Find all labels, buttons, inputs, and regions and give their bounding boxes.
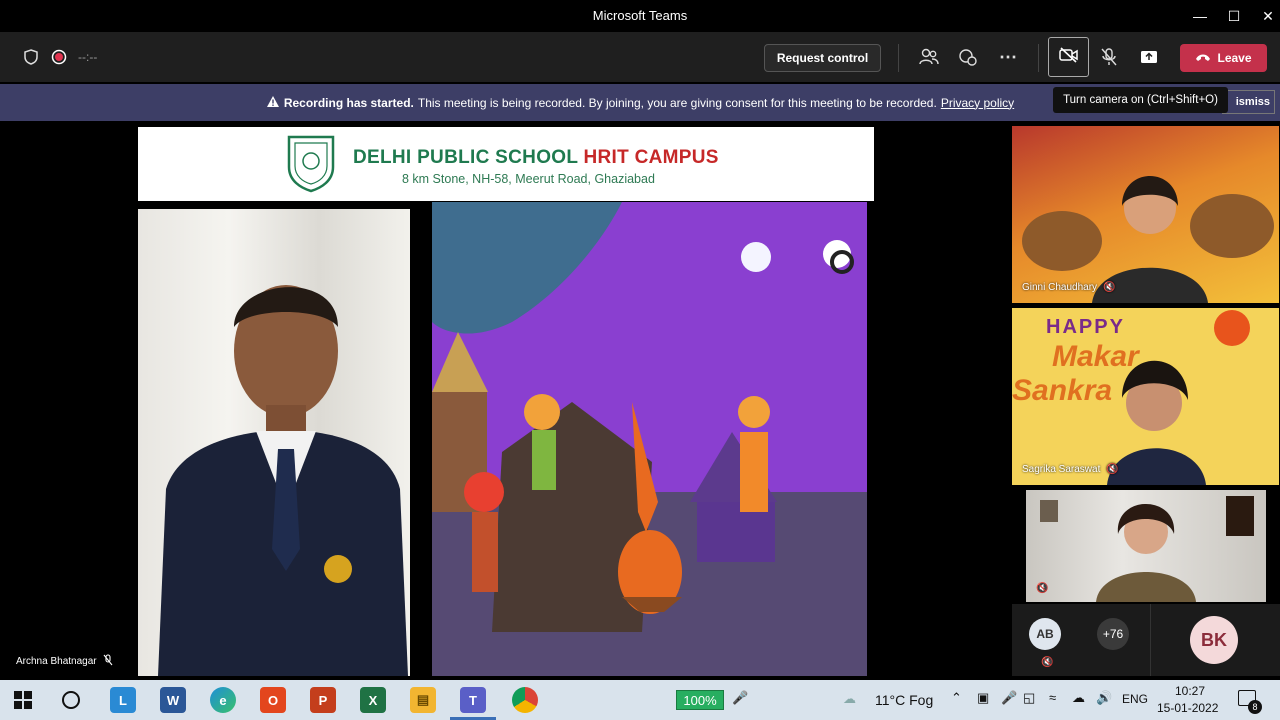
mic-off-icon: 🔇 (1041, 657, 1054, 668)
presenter-name: Archna Bhatnagar (16, 656, 97, 667)
camera-off-icon (1058, 46, 1079, 68)
participant-tile[interactable]: Ginni Chaudhary 🔇 (1012, 126, 1279, 303)
wifi-icon[interactable]: ≈ (1049, 690, 1056, 705)
maximize-button[interactable]: ☐ (1216, 0, 1252, 32)
campus-name: HRIT CAMPUS (583, 147, 719, 168)
recording-icon (50, 48, 68, 66)
title-bar: Microsoft Teams — ☐ ✕ (0, 0, 1280, 32)
mic-off-icon: 🔇 (1106, 464, 1119, 475)
share-screen-icon[interactable] (1137, 45, 1161, 69)
lohri-cartoon-image (432, 202, 867, 676)
dismiss-button[interactable]: ismiss (1222, 90, 1275, 114)
leave-button[interactable]: Leave (1180, 44, 1267, 72)
overflow-participants: AB 🔇 +76 BK (1012, 604, 1280, 676)
teams-icon[interactable]: T (460, 687, 486, 713)
camera-tooltip: Turn camera on (Ctrl+Shift+O) (1053, 87, 1228, 113)
divider (898, 44, 899, 72)
microphone-icon: 🎤 (732, 690, 749, 705)
camera-off-button[interactable] (1048, 37, 1089, 77)
avatar-ab[interactable]: AB (1029, 618, 1061, 650)
edge-icon[interactable]: e (210, 687, 236, 713)
fog-weather-icon: ☁ (843, 691, 856, 706)
more-options-icon[interactable]: ⋯ (996, 45, 1020, 69)
recording-started-text: Recording has started. (283, 95, 414, 110)
participant-label: Sagrika Saraswat 🔇 (1022, 464, 1119, 475)
participant-tile[interactable]: 🔇 (1026, 490, 1266, 602)
tray-camera-icon[interactable]: ◱ (1023, 690, 1035, 706)
privacy-policy-link[interactable]: Privacy policy (941, 96, 1014, 110)
language-indicator[interactable]: ENG (1122, 692, 1148, 706)
leave-label: Leave (1217, 51, 1252, 65)
meeting-toolbar: --:-- Request control ⋯ Leave (0, 32, 1280, 82)
mic-off-icon (103, 654, 113, 669)
participant-name: Ginni Chaudhary (1022, 282, 1098, 293)
phone-hangup-icon (1195, 51, 1211, 65)
tray-app-icon[interactable]: ▣ (977, 690, 989, 706)
tray-mic-icon[interactable]: 🎤 (1001, 690, 1017, 706)
battery-indicator: 100% (676, 690, 724, 710)
school-name-text: DELHI PUBLIC SCHOOL (353, 147, 578, 168)
clock-date[interactable]: 15-01-2022 (1157, 701, 1218, 715)
shield-icon[interactable] (22, 48, 40, 66)
avatar-bk[interactable]: BK (1190, 616, 1238, 664)
school-header: DELHI PUBLIC SCHOOL HRIT CAMPUS 8 km Sto… (138, 127, 874, 201)
search-icon[interactable] (62, 691, 80, 709)
mic-off-icon: 🔇 (1036, 583, 1049, 594)
mic-off-icon: 🔇 (1103, 282, 1116, 293)
participant-label: Ginni Chaudhary 🔇 (1022, 282, 1116, 293)
close-button[interactable]: ✕ (1250, 0, 1280, 32)
participant-name: Sagrika Saraswat (1022, 464, 1101, 475)
reactions-icon[interactable] (956, 45, 980, 69)
meeting-timer: --:-- (78, 50, 98, 64)
windows-start-icon[interactable] (14, 691, 32, 714)
presenter-label: Archna Bhatnagar (16, 654, 113, 669)
request-control-button[interactable]: Request control (764, 44, 881, 72)
school-address: 8 km Stone, NH-58, Meerut Road, Ghaziaba… (402, 172, 655, 186)
chrome-icon[interactable] (512, 687, 538, 713)
presenter-video (138, 209, 410, 676)
word-icon[interactable]: W (160, 687, 186, 713)
warning-icon (266, 95, 280, 111)
weather-text[interactable]: 11°C Fog (875, 692, 933, 708)
divider (1038, 44, 1039, 72)
participant-tile[interactable]: HAPPY Makar Sankra Sagrika Saraswat 🔇 (1012, 308, 1279, 485)
mic-off-icon[interactable] (1097, 45, 1121, 69)
chevron-up-icon[interactable]: ⌃ (951, 690, 962, 706)
powerpoint-icon[interactable]: P (310, 687, 336, 713)
participants-icon[interactable] (917, 45, 941, 69)
notification-count: 8 (1248, 700, 1262, 714)
school-name: DELHI PUBLIC SCHOOL HRIT CAMPUS (353, 147, 719, 169)
minimize-button[interactable]: — (1182, 0, 1218, 32)
divider (1150, 604, 1151, 676)
lens-app-icon[interactable]: L (110, 687, 136, 713)
volume-icon[interactable]: 🔊 (1096, 690, 1112, 706)
office-icon[interactable]: O (260, 687, 286, 713)
file-explorer-icon[interactable]: ▤ (410, 687, 436, 713)
more-participants-count[interactable]: +76 (1097, 618, 1129, 650)
excel-icon[interactable]: X (360, 687, 386, 713)
clock-time[interactable]: 10:27 (1175, 684, 1205, 698)
recording-consent-text: This meeting is being recorded. By joini… (417, 95, 937, 110)
windows-taskbar: L W e O P X ▤ T 100% 🎤 ☁ 11°C Fog ⌃ ▣ 🎤 … (0, 680, 1280, 720)
window-title: Microsoft Teams (592, 8, 688, 23)
network-icon[interactable]: ☁ (1072, 690, 1085, 706)
school-logo (285, 133, 337, 193)
